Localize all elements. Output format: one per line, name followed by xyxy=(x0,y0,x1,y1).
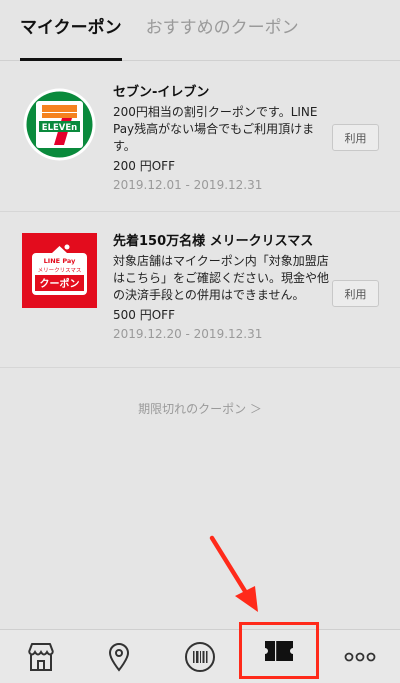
coupon-title: 先着150万名様 メリークリスマス xyxy=(113,234,314,249)
bottom-navigation xyxy=(0,622,400,683)
use-coupon-button[interactable]: 利用 xyxy=(332,124,379,151)
coupon-period: 2019.12.01 - 2019.12.31 xyxy=(113,178,263,192)
nav-coupon-button[interactable] xyxy=(239,622,319,679)
linepay-christmas-logo: LINE Pay メリークリスマス クーポン xyxy=(22,233,97,308)
barcode-icon xyxy=(185,642,215,672)
coupon-amount: 200 円OFF xyxy=(113,159,175,173)
coupon-description: 200円相当の割引クーポンです。LINE Pay残高がない場合でもご利用頂けます… xyxy=(113,105,318,153)
logo-line-linepay: LINE Pay xyxy=(44,257,76,265)
nav-location-button[interactable] xyxy=(100,630,138,683)
nav-more-button[interactable] xyxy=(340,630,380,683)
seven-eleven-logo-text: ELEVEn xyxy=(42,123,77,133)
seven-eleven-logo: ELEVEn xyxy=(23,88,96,161)
location-pin-icon xyxy=(108,643,130,672)
tab-bar: マイクーポン おすすめのクーポン xyxy=(0,0,400,61)
expired-coupons-link[interactable]: 期限切れのクーポン ＞ xyxy=(0,400,400,417)
tab-recommended-coupons[interactable]: おすすめのクーポン xyxy=(146,13,299,60)
annotation-arrow xyxy=(209,535,258,612)
nav-barcode-button[interactable] xyxy=(180,630,220,683)
tab-my-coupons[interactable]: マイクーポン xyxy=(20,13,122,61)
coupon-description: 対象店舗はマイクーポン内「対象加盟店はこちら」をご確認ください。現金や他の決済手… xyxy=(113,254,330,302)
coupon-period: 2019.12.20 - 2019.12.31 xyxy=(113,327,263,341)
logo-line-coupon: クーポン xyxy=(40,277,80,290)
nav-store-button[interactable] xyxy=(22,630,60,683)
ticket-icon xyxy=(265,640,293,661)
more-dots-icon xyxy=(344,652,376,662)
use-coupon-button[interactable]: 利用 xyxy=(332,280,379,307)
coupon-item-christmas[interactable]: LINE Pay メリークリスマス クーポン 先着150万名様 メリークリスマス… xyxy=(0,213,400,368)
coupon-item-seven-eleven[interactable]: ELEVEn セブン-イレブン 200円相当の割引クーポンです。LINE Pay… xyxy=(0,62,400,212)
logo-line-christmas: メリークリスマス xyxy=(38,267,82,274)
coupon-amount: 500 円OFF xyxy=(113,308,175,322)
coupon-title: セブン-イレブン xyxy=(113,85,210,100)
store-icon xyxy=(28,643,54,671)
